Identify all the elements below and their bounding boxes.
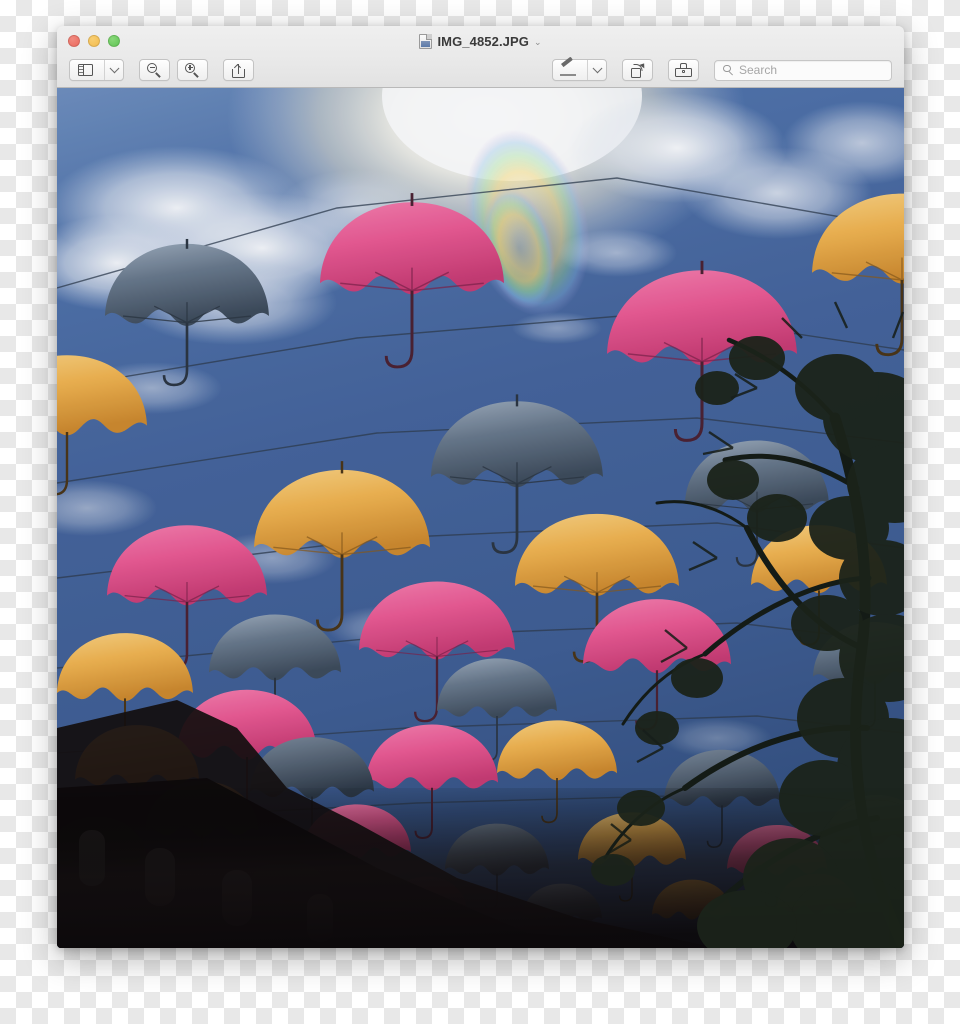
minimize-button[interactable] (88, 35, 100, 47)
rotate-button[interactable] (622, 59, 653, 81)
share-button[interactable] (223, 59, 254, 81)
document-icon (419, 33, 433, 49)
umbrella-photograph (57, 88, 904, 948)
zoom-out-button[interactable] (139, 59, 170, 81)
preview-window: IMG_4852.JPG ⌄ Search (57, 26, 904, 948)
zoom-in-button[interactable] (177, 59, 208, 81)
markup-pen-icon (553, 56, 583, 80)
markup-toolbox-button[interactable] (668, 59, 699, 81)
sidebar-icon (70, 60, 100, 80)
title-chevron-down-icon[interactable]: ⌄ (534, 37, 542, 47)
share-icon (232, 63, 245, 78)
zoom-out-icon (147, 62, 162, 78)
window-chrome: IMG_4852.JPG ⌄ Search (57, 26, 904, 88)
rotate-icon (630, 61, 647, 78)
toolbar: Search (57, 52, 904, 88)
markup-toolbox-icon (675, 63, 692, 77)
search-icon (723, 64, 734, 76)
zoom-in-icon (185, 62, 200, 78)
sidebar-chevron-down-icon[interactable] (104, 60, 123, 80)
image-canvas[interactable] (57, 88, 904, 948)
close-button[interactable] (68, 35, 80, 47)
search-placeholder: Search (739, 63, 778, 77)
page-title: IMG_4852.JPG (437, 33, 529, 49)
markup-button[interactable] (552, 56, 607, 81)
window-title-group: IMG_4852.JPG ⌄ (57, 32, 904, 50)
markup-chevron-down-icon[interactable] (587, 60, 606, 80)
traffic-light-group (68, 35, 120, 47)
search-input[interactable]: Search (714, 59, 892, 81)
zoom-button[interactable] (108, 35, 120, 47)
sidebar-toggle-button[interactable] (69, 59, 124, 81)
